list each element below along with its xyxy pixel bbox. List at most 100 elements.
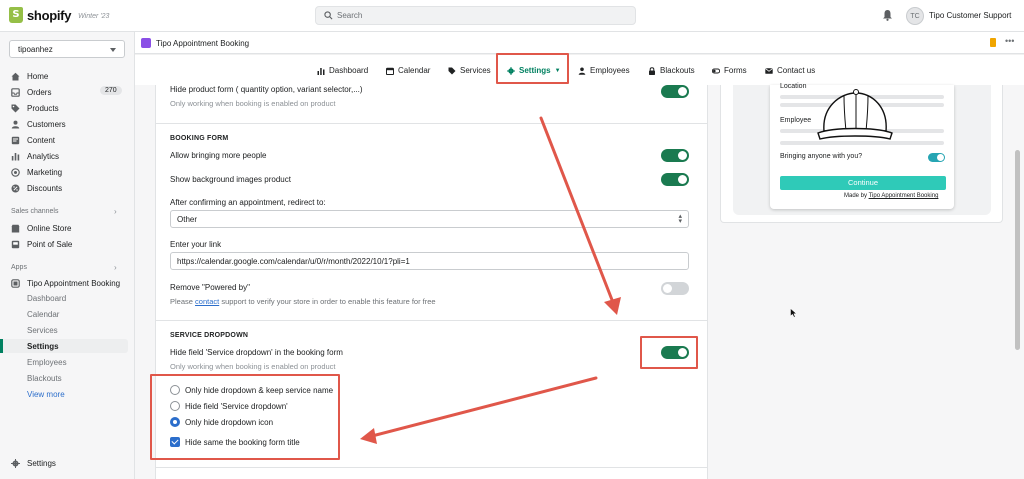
sidebar-item-label: Home: [27, 72, 49, 81]
sidebar-subitem-settings[interactable]: Settings: [27, 342, 59, 351]
sidebar-item-content[interactable]: Content: [0, 132, 134, 148]
hide-product-form-toggle[interactable]: [661, 85, 689, 98]
preview-bringing-toggle: [928, 153, 945, 162]
bar-chart-icon: [317, 67, 325, 75]
tab-dashboard[interactable]: Dashboard: [317, 66, 368, 75]
sidebar-item-products[interactable]: Products: [0, 100, 134, 116]
page-scrollbar[interactable]: [1015, 150, 1020, 350]
tab-label: Forms: [724, 66, 747, 75]
app-icon: [11, 279, 20, 288]
sidebar-item-label: Point of Sale: [27, 240, 73, 249]
sidebar-item-label: Content: [27, 136, 56, 145]
calendar-icon: [386, 67, 394, 75]
tab-label: Employees: [590, 66, 630, 75]
booking-form-heading: BOOKING FORM: [170, 135, 229, 142]
edition-label: Winter '23: [78, 13, 110, 20]
app-tab-bar: Dashboard Calendar Services Settings ▼ E…: [135, 55, 1024, 85]
tab-forms[interactable]: Forms: [712, 66, 747, 75]
link-value: https://calendar.google.com/calendar/u/0…: [177, 257, 410, 266]
sidebar-item-online-store[interactable]: Online Store: [0, 220, 134, 236]
form-preview-card: Location Employee Bringing anyone with y…: [720, 83, 1003, 223]
active-subitem-bg: [0, 339, 128, 353]
bar-chart-icon: [11, 153, 20, 161]
service-dropdown-heading: SERVICE DROPDOWN: [170, 332, 249, 339]
sidebar-subitem-employees[interactable]: Employees: [27, 358, 67, 367]
sidebar-item-marketing[interactable]: Marketing: [0, 164, 134, 180]
avatar[interactable]: TC: [906, 7, 924, 25]
sidebar-item-home[interactable]: Home: [0, 68, 134, 84]
tab-services[interactable]: Services: [448, 66, 491, 75]
hide-service-dropdown-note: Only working when booking is enabled on …: [170, 362, 336, 371]
divider: [156, 467, 707, 468]
sidebar-subitem-dashboard[interactable]: Dashboard: [27, 294, 66, 303]
target-icon: [11, 168, 20, 177]
sidebar-item-label: Settings: [27, 459, 56, 468]
person-icon: [578, 67, 586, 75]
mouse-cursor-icon: [790, 308, 798, 318]
view-more-link[interactable]: View more: [27, 390, 65, 399]
preview-location-label: Location: [780, 83, 807, 90]
user-name[interactable]: Tipo Customer Support: [929, 11, 1011, 20]
store-name: tipoanhez: [18, 45, 53, 54]
sidebar-subitem-calendar[interactable]: Calendar: [27, 310, 59, 319]
sidebar-item-point-of-sale[interactable]: Point of Sale: [0, 236, 134, 252]
hide-product-form-label: Hide product form ( quantity option, var…: [170, 85, 363, 94]
link-label: Enter your link: [170, 240, 222, 249]
orders-count-badge: 270: [100, 86, 122, 95]
options-highlight: [150, 374, 340, 460]
tab-contact-us[interactable]: Contact us: [765, 66, 815, 75]
store-selector[interactable]: tipoanhez: [9, 40, 125, 58]
tab-label: Dashboard: [329, 66, 369, 75]
sidebar-subitem-services[interactable]: Services: [27, 326, 58, 335]
note-text: support to verify your store in order to…: [221, 297, 436, 306]
tab-calendar[interactable]: Calendar: [386, 66, 430, 75]
more-options-icon[interactable]: •••: [1005, 36, 1014, 46]
sidebar-item-analytics[interactable]: Analytics: [0, 148, 134, 164]
store-icon: [11, 224, 20, 233]
redirect-label: After confirming an appointment, redirec…: [170, 198, 326, 207]
hide-service-dropdown-label: Hide field 'Service dropdown' in the boo…: [170, 348, 343, 357]
made-by-text: Made by: [844, 193, 868, 199]
tab-employees[interactable]: Employees: [578, 66, 630, 75]
sidebar-subitem-blackouts[interactable]: Blackouts: [27, 374, 62, 383]
made-by-link[interactable]: Tipo Appointment Booking: [869, 193, 939, 199]
search-input[interactable]: Search: [315, 6, 636, 25]
apps-heading: Apps: [11, 264, 27, 271]
tipo-app-icon: [141, 38, 151, 48]
bell-icon[interactable]: [882, 9, 893, 21]
redirect-select[interactable]: Other ▴ ▾: [170, 210, 689, 228]
active-subitem-indicator: [0, 339, 3, 353]
sidebar-item-customers[interactable]: Customers: [0, 116, 134, 132]
sidebar-item-tipo-app[interactable]: Tipo Appointment Booking: [0, 275, 134, 291]
sidebar-item-discounts[interactable]: Discounts: [0, 180, 134, 196]
app-title: Tipo Appointment Booking: [156, 39, 250, 48]
link-input[interactable]: https://calendar.google.com/calendar/u/0…: [170, 252, 689, 270]
pin-icon[interactable]: [990, 38, 996, 47]
chevron-right-icon[interactable]: ›: [114, 207, 117, 216]
lock-icon: [649, 66, 655, 75]
contact-link[interactable]: contact: [195, 297, 219, 306]
sidebar-item-label: Marketing: [27, 168, 63, 177]
chevron-right-icon[interactable]: ›: [114, 263, 117, 272]
brand-name: shopify: [27, 7, 72, 23]
preview-bringing-label: Bringing anyone with you?: [780, 153, 863, 160]
booking-form-preview: Location Employee Bringing anyone with y…: [770, 83, 954, 209]
toggle-icon: [712, 68, 720, 73]
sidebar-item-label: Online Store: [27, 224, 72, 233]
hide-product-form-note: Only working when booking is enabled on …: [170, 99, 336, 108]
shopify-logo[interactable]: shopify Winter '23: [9, 7, 109, 23]
sales-channels-heading: Sales channels: [11, 208, 59, 215]
mascot-cap-icon: [817, 89, 893, 140]
sidebar-item-settings[interactable]: Settings: [0, 455, 134, 471]
sidebar-item-orders[interactable]: Orders 270: [0, 84, 134, 100]
remove-powered-toggle[interactable]: [661, 282, 689, 295]
allow-more-people-toggle[interactable]: [661, 149, 689, 162]
tab-label: Services: [460, 66, 491, 75]
show-bg-images-toggle[interactable]: [661, 173, 689, 186]
search-placeholder: Search: [337, 11, 363, 20]
tab-label: Blackouts: [660, 66, 695, 75]
preview-made-by: Made by Tipo Appointment Booking: [844, 193, 938, 199]
app-header: Tipo Appointment Booking •••: [135, 32, 1024, 54]
tab-blackouts[interactable]: Blackouts: [648, 66, 695, 75]
tag-icon: [448, 67, 456, 74]
